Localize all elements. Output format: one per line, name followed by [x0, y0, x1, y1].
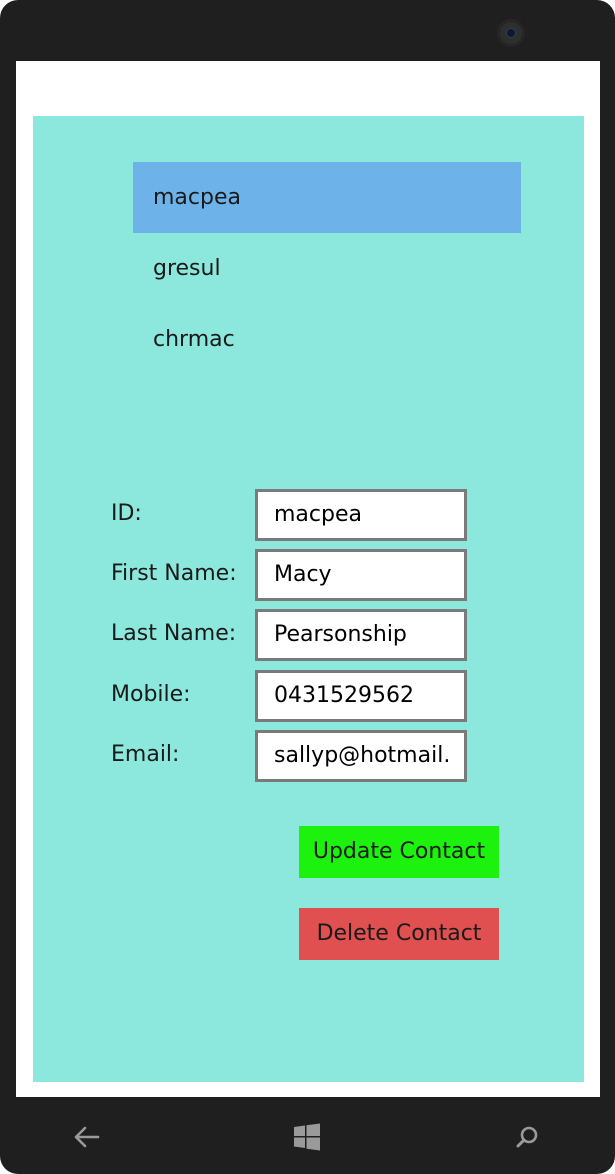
search-icon[interactable]	[507, 1117, 547, 1157]
id-field[interactable]: macpea	[255, 489, 467, 541]
last-name-row: Last Name: Pearsonship	[111, 609, 471, 661]
app-panel: macpea gresul chrmac ID: macpea First Na…	[33, 116, 584, 1082]
last-name-field[interactable]: Pearsonship	[255, 609, 467, 661]
email-field[interactable]: sallyp@hotmail.	[255, 730, 467, 782]
windows-start-icon[interactable]	[287, 1117, 327, 1157]
list-item[interactable]: chrmac	[133, 304, 521, 375]
front-camera	[497, 19, 525, 47]
first-name-field[interactable]: Macy	[255, 549, 467, 601]
id-label: ID:	[111, 501, 142, 526]
back-arrow-icon[interactable]	[67, 1117, 107, 1157]
first-name-row: First Name: Macy	[111, 549, 471, 601]
navigation-bar	[0, 1097, 615, 1174]
list-item[interactable]: gresul	[133, 233, 521, 304]
screen: macpea gresul chrmac ID: macpea First Na…	[16, 61, 600, 1097]
mobile-field[interactable]: 0431529562	[255, 670, 467, 722]
delete-contact-button[interactable]: Delete Contact	[299, 908, 499, 960]
mobile-row: Mobile: 0431529562	[111, 670, 471, 722]
phone-frame: macpea gresul chrmac ID: macpea First Na…	[0, 0, 615, 1174]
list-item[interactable]: macpea	[133, 162, 521, 233]
mobile-label: Mobile:	[111, 682, 191, 707]
update-contact-button[interactable]: Update Contact	[299, 826, 499, 878]
email-label: Email:	[111, 742, 180, 767]
email-row: Email: sallyp@hotmail.	[111, 730, 471, 782]
contact-list[interactable]: macpea gresul chrmac	[133, 162, 521, 375]
id-row: ID: macpea	[111, 489, 471, 541]
first-name-label: First Name:	[111, 561, 237, 586]
last-name-label: Last Name:	[111, 621, 237, 646]
